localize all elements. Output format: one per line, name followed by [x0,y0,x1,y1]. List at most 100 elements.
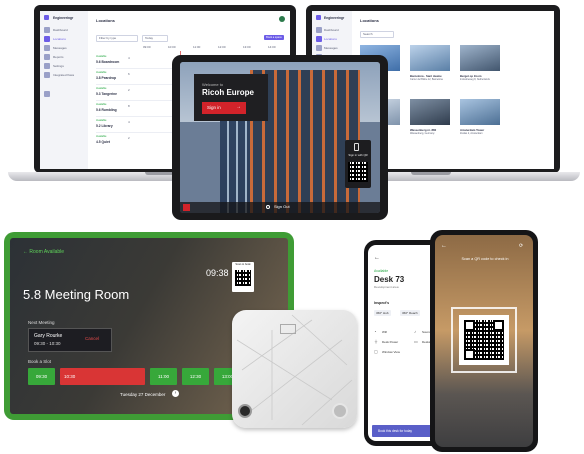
chart-icon[interactable] [44,54,50,60]
chevron-right-icon[interactable]: › [172,390,179,397]
ricoh-logo [183,204,190,211]
ricoh-logo [280,324,296,334]
location-card-address: Wassenberg, Germany [410,132,435,135]
phone-scanner-screen: ← ⟳ Scan a QR code to check in [435,235,533,447]
date-chip[interactable]: Today [142,35,168,42]
row-status: Available [96,135,107,138]
next-meeting-card[interactable]: Gary Rourke 09:30 - 10:30 Cancel [28,328,112,352]
arrow-right-icon: → [236,104,241,110]
time-slot[interactable]: 09:30 [28,368,55,385]
visitor-tablet: Welcome to Ricoh Europe Sign in → Sign i… [172,55,388,220]
time-header: 14:00 [268,45,276,49]
qr-signin-card[interactable]: Sign in with QR [345,140,371,188]
nav-messages[interactable]: Messages [53,46,67,50]
page-title: Locations [360,18,379,23]
location-icon[interactable] [316,36,322,42]
qr-finder [464,320,475,331]
message-icon[interactable] [44,45,50,51]
occupancy-sensor [232,310,357,428]
nav-dashboard[interactable]: Dashboard [324,28,339,32]
time-slot[interactable]: 11:00 [150,368,177,385]
speaker-icon: ♪ [414,329,416,334]
brand-label: Engineeringr [53,16,74,20]
date-label: Tuesday 27 December [120,392,166,397]
plug-icon: ⏚ [374,339,378,344]
time-slot[interactable]: 12:30 [182,368,209,385]
back-button[interactable]: ← [374,255,380,261]
row-count: 2 [128,88,130,92]
row-status: Available [96,87,107,90]
location-card-image[interactable] [460,99,500,125]
gear-icon[interactable] [44,63,50,69]
back-arrow-icon[interactable]: ← [441,243,447,249]
next-meeting-label: Next Meeting [28,320,55,325]
feature-tag: 360° Hub [374,310,391,316]
nav-dashboard[interactable]: Dashboard [53,28,68,32]
sensor-light-icon [332,403,348,419]
nav-integrated-flows[interactable]: Integrated flows [53,73,74,77]
home-icon[interactable] [44,27,50,33]
phone-scanner: ← ⟳ Scan a QR code to check in [430,230,538,452]
desk-icon: ▭ [414,339,418,344]
sidebar: Engineeringr Dashboard Locations Message… [40,11,88,169]
nav-locations[interactable]: Locations [53,37,66,41]
time-header: 12:00 [218,45,226,49]
welcome-panel: Welcome to Ricoh Europe Sign in → [194,74,268,121]
timeline-header: 09:00 10:00 11:00 12:00 13:00 14:00 [135,45,285,51]
status-label: Room Available [29,249,65,255]
row-status: Available [96,55,107,58]
sign-in-button[interactable]: Sign in → [202,102,246,114]
qr-finder [493,320,504,331]
time-slot[interactable]: 10:30 [60,368,145,385]
amenity-label: Desk Power [382,340,399,344]
desk-title: Desk 73 [374,275,405,284]
book-desk-label: Book this desk for today [378,429,413,433]
row-count: 6 [128,72,130,76]
status-badge: ← Room Available [23,249,64,255]
location-card-image[interactable] [410,45,450,71]
flow-icon[interactable] [44,72,50,78]
wifi-icon: ◔ [374,329,377,334]
qr-caption: Scan to book [235,263,251,266]
brand-logo [44,15,49,20]
location-card-address: Industrieweg 8, Netherlands [460,78,490,81]
section-title: Inspect’s [374,301,390,305]
meeting-time: 09:30 - 10:30 [34,341,61,346]
help-icon[interactable] [44,91,50,97]
location-card-image[interactable] [410,99,450,125]
filter-input[interactable]: Filter by type [96,35,138,42]
nav-settings[interactable]: Settings [53,64,64,68]
search-input[interactable]: Search [360,31,394,38]
cancel-button[interactable]: Cancel [85,336,99,341]
camera-flip-icon[interactable]: ⟳ [519,243,523,249]
avatar[interactable] [279,16,285,22]
feature-tag: 360° Reach [400,310,420,316]
sign-out-button[interactable]: Sign Out [274,204,290,209]
qr-finder [464,349,475,360]
book-space-button[interactable]: Book a space [264,35,284,40]
nav-messages[interactable]: Messages [324,46,338,50]
amenity-label: Wifi [382,330,387,334]
row-status: Available [96,71,107,74]
tablet-screen: Welcome to Ricoh Europe Sign in → Sign i… [180,62,380,213]
row-count: 8 [128,104,130,108]
nav-reports[interactable]: Reports [53,55,64,59]
row-count: 4 [128,56,130,60]
home-icon[interactable] [316,27,322,33]
organizer-name: Gary Rourke [34,333,63,339]
location-title: Ricoh Europe [202,88,255,97]
brand-label: Engineeringr [324,16,345,20]
book-label: Book a Slot [28,359,52,364]
page-title: Locations [96,18,115,23]
row-count: 2 [128,136,130,140]
qr-booking-card[interactable]: Scan to book [232,262,254,292]
row-status: Available [96,103,107,106]
nav-locations[interactable]: Locations [324,37,337,41]
time-header: 11:00 [193,45,201,49]
message-icon[interactable] [316,45,322,51]
location-icon[interactable] [44,36,50,42]
window-icon: ▢ [374,349,378,354]
time-header: 10:00 [168,45,176,49]
location-card-image[interactable] [460,45,500,71]
row-name: 5.2 Library [96,124,113,128]
